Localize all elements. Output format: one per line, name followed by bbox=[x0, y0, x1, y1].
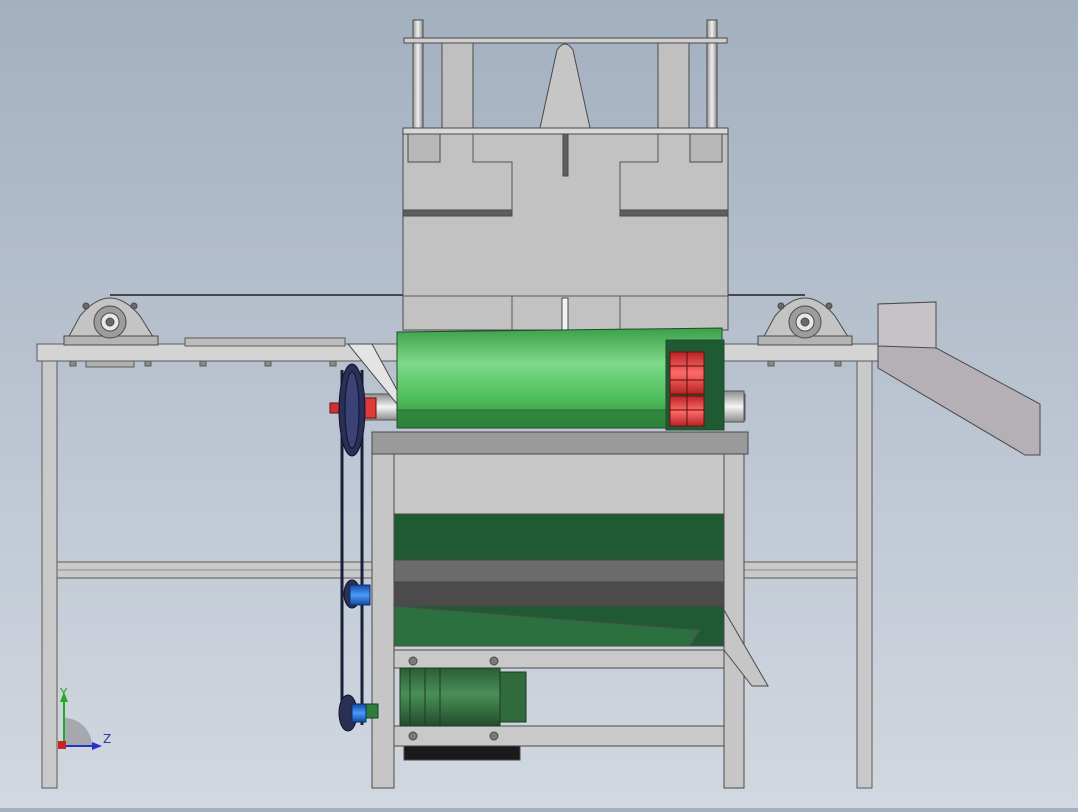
right-pillow-block-bearing bbox=[757, 297, 853, 346]
blue-coupling-lower bbox=[351, 703, 367, 723]
conveyor-inner-strip bbox=[184, 337, 346, 347]
conveyor-top-plate-left bbox=[36, 343, 398, 362]
view-orientation-triad bbox=[58, 692, 102, 750]
guide-rod-right bbox=[706, 19, 718, 131]
left-pillow-block-bearing bbox=[63, 297, 159, 346]
top-bar bbox=[403, 37, 728, 44]
upright-left bbox=[441, 42, 474, 131]
triad-label-y: Y bbox=[60, 686, 68, 700]
right-outer-leg bbox=[856, 359, 873, 789]
motor-mount-upper bbox=[393, 649, 725, 669]
upright-right bbox=[657, 42, 690, 131]
triad-arc bbox=[64, 718, 92, 746]
shaft-red-cap-left bbox=[329, 402, 341, 414]
machine-assembly-drawing bbox=[36, 19, 1041, 789]
center-fin bbox=[539, 43, 591, 129]
main-drum-assembly bbox=[329, 327, 746, 431]
blue-coupling-middle bbox=[349, 584, 371, 606]
guide-rod-left bbox=[412, 19, 424, 131]
base-top-plate bbox=[371, 431, 749, 455]
base-frame bbox=[371, 431, 769, 789]
left-outer-leg bbox=[41, 359, 58, 789]
motor-mount-lower bbox=[393, 725, 725, 747]
conveyor-top-plate-right bbox=[721, 343, 879, 362]
cad-viewport[interactable]: Y Z bbox=[0, 0, 1078, 808]
triad-label-z: Z bbox=[103, 732, 112, 746]
discharge-chute bbox=[877, 301, 1041, 456]
base-leg-left bbox=[371, 453, 395, 789]
triad-axis-x bbox=[58, 741, 66, 749]
upper-housing bbox=[402, 19, 729, 331]
drum-shaft-end-right bbox=[721, 390, 745, 423]
screen-panel bbox=[393, 513, 725, 561]
triad-arrow-z bbox=[92, 742, 102, 750]
